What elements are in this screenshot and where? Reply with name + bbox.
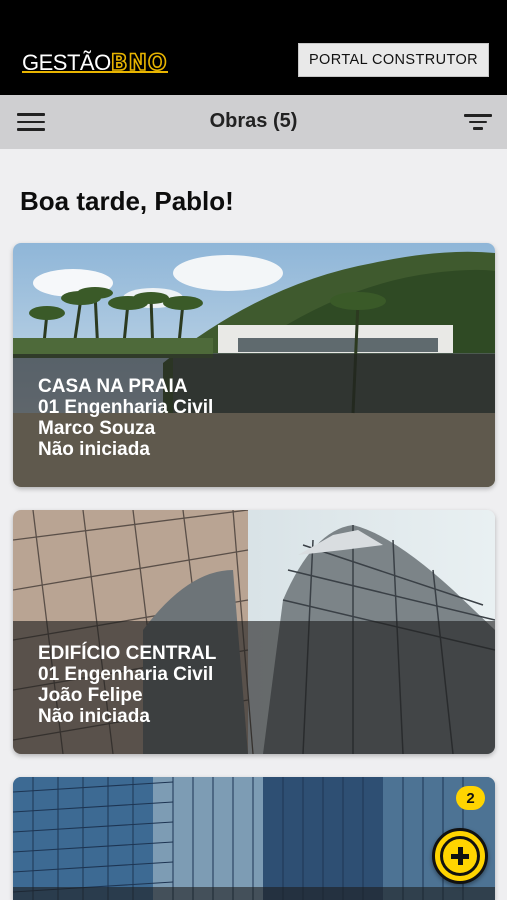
nav-bar: Obras (5) <box>0 95 507 149</box>
filter-icon[interactable] <box>464 114 492 130</box>
logo-underline <box>22 71 168 73</box>
project-card[interactable] <box>13 777 495 900</box>
card-info: CASA NA PRAIA 01 Engenharia Civil Marco … <box>38 376 213 460</box>
add-circle-icon <box>440 836 480 876</box>
project-card[interactable]: CASA NA PRAIA 01 Engenharia Civil Marco … <box>13 243 495 487</box>
notification-badge: 2 <box>456 786 485 810</box>
page-title: Obras (5) <box>209 110 298 132</box>
add-obra-fab[interactable] <box>432 828 488 884</box>
portal-construtor-button[interactable]: PORTAL CONSTRUTOR <box>298 43 489 77</box>
project-discipline: 01 Engenharia Civil <box>38 664 214 685</box>
project-discipline: 01 Engenharia Civil <box>38 397 214 418</box>
project-photo-glass-towers <box>13 777 495 900</box>
project-status: Não iniciada <box>38 706 150 727</box>
greeting-text: Boa tarde, Pablo! <box>20 186 234 216</box>
project-name: EDIFÍCIO CENTRAL <box>38 643 217 664</box>
project-name: CASA NA PRAIA <box>38 376 188 397</box>
app-header: GESTÃO BNO PORTAL CONSTRUTOR <box>0 0 507 95</box>
project-card[interactable]: EDIFÍCIO CENTRAL 01 Engenharia Civil Joã… <box>13 510 495 754</box>
card-info: EDIFÍCIO CENTRAL 01 Engenharia Civil Joã… <box>38 643 216 727</box>
project-status: Não iniciada <box>38 439 150 460</box>
brand-logo: GESTÃO BNO <box>22 46 168 77</box>
project-responsible: Marco Souza <box>38 418 156 439</box>
project-responsible: João Felipe <box>38 685 143 706</box>
